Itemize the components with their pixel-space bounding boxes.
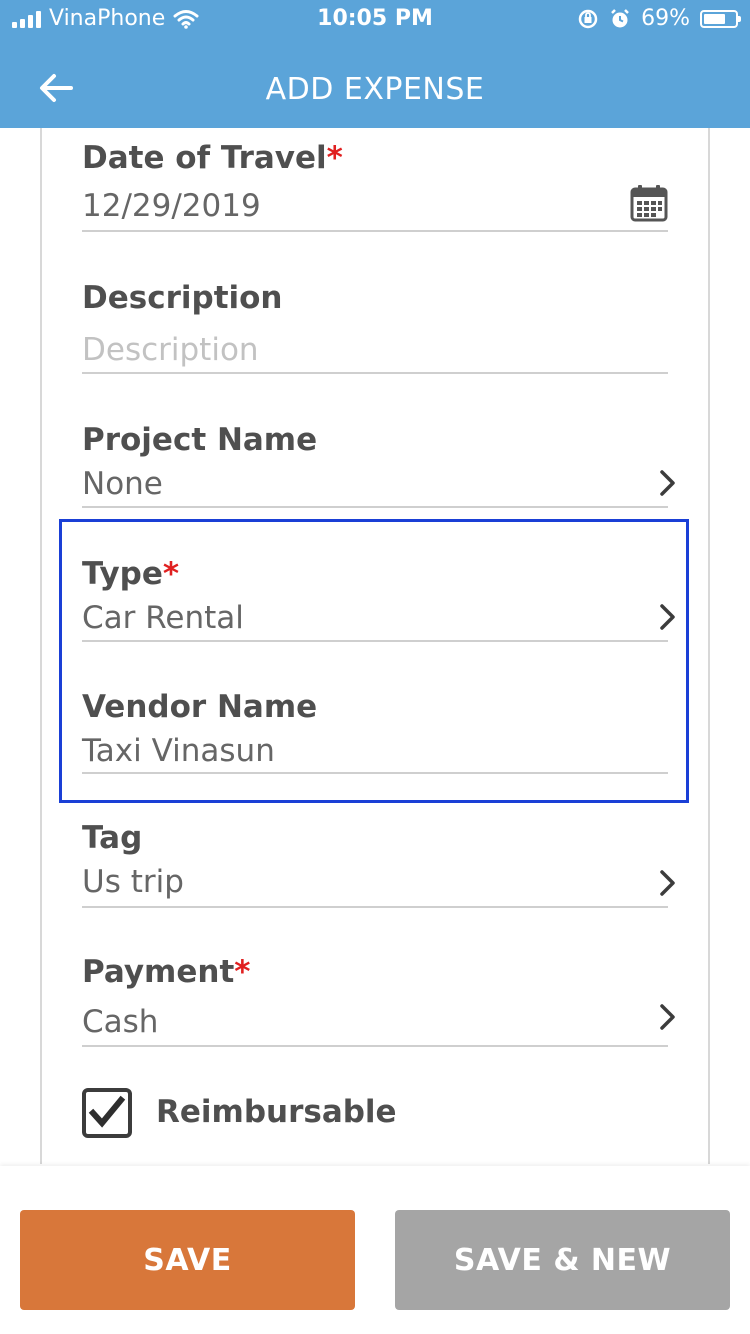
nav-bar: ADD EXPENSE xyxy=(0,56,750,128)
date-field[interactable]: Date of Travel* 12/29/2019 xyxy=(82,140,668,234)
description-label: Description xyxy=(82,280,283,316)
project-field[interactable]: Project Name None xyxy=(82,422,675,510)
type-label: Type* xyxy=(82,556,180,592)
project-label: Project Name xyxy=(82,422,318,458)
vendor-underline xyxy=(82,772,668,774)
tag-value: Us trip xyxy=(82,864,184,900)
required-mark: * xyxy=(162,556,180,592)
battery-percent: 69% xyxy=(641,6,690,31)
type-value: Car Rental xyxy=(82,600,244,636)
vendor-label: Vendor Name xyxy=(82,689,318,725)
project-underline xyxy=(82,506,668,508)
save-and-new-button[interactable]: SAVE & NEW xyxy=(395,1210,730,1310)
payment-label: Payment* xyxy=(82,954,251,990)
required-mark: * xyxy=(326,140,343,176)
chevron-right-icon[interactable] xyxy=(656,602,680,632)
required-mark: * xyxy=(234,954,251,990)
chevron-right-icon[interactable] xyxy=(656,1002,680,1032)
type-field[interactable]: Type* Car Rental xyxy=(82,556,675,644)
date-value: 12/29/2019 xyxy=(82,188,261,224)
payment-field[interactable]: Payment* Cash xyxy=(82,954,675,1050)
rotation-lock-icon xyxy=(578,9,598,28)
calendar-icon[interactable] xyxy=(630,184,668,222)
tag-label: Tag xyxy=(82,820,143,856)
bottom-action-bar: SAVE SAVE & NEW xyxy=(0,1166,750,1334)
tag-underline xyxy=(82,906,668,908)
save-button[interactable]: SAVE xyxy=(20,1210,355,1310)
chevron-right-icon[interactable] xyxy=(656,468,680,498)
description-input[interactable]: Description xyxy=(82,332,259,368)
reimbursable-label: Reimbursable xyxy=(156,1094,397,1130)
tag-field[interactable]: Tag Us trip xyxy=(82,820,675,910)
chevron-right-icon[interactable] xyxy=(656,868,680,898)
description-underline xyxy=(82,372,668,374)
vendor-input[interactable]: Taxi Vinasun xyxy=(82,733,275,769)
status-bar: VinaPhone 10:05 PM 69% xyxy=(0,0,750,40)
vendor-field[interactable]: Vendor Name Taxi Vinasun xyxy=(82,689,668,777)
date-underline xyxy=(82,230,668,232)
payment-underline xyxy=(82,1045,668,1047)
project-value: None xyxy=(82,466,163,502)
alarm-icon xyxy=(611,8,629,27)
type-underline xyxy=(82,640,668,642)
payment-value: Cash xyxy=(82,1004,159,1040)
checkmark-icon xyxy=(88,1095,126,1128)
status-right: 69% xyxy=(577,6,741,31)
battery-fill xyxy=(704,13,725,24)
description-field[interactable]: Description Description xyxy=(82,280,668,376)
page-title: ADD EXPENSE xyxy=(265,72,485,107)
date-label: Date of Travel* xyxy=(82,140,343,176)
top-bar: VinaPhone 10:05 PM 69% ADD EXPENSE xyxy=(0,0,750,128)
reimbursable-checkbox[interactable] xyxy=(82,1088,132,1138)
battery-icon xyxy=(700,9,741,28)
